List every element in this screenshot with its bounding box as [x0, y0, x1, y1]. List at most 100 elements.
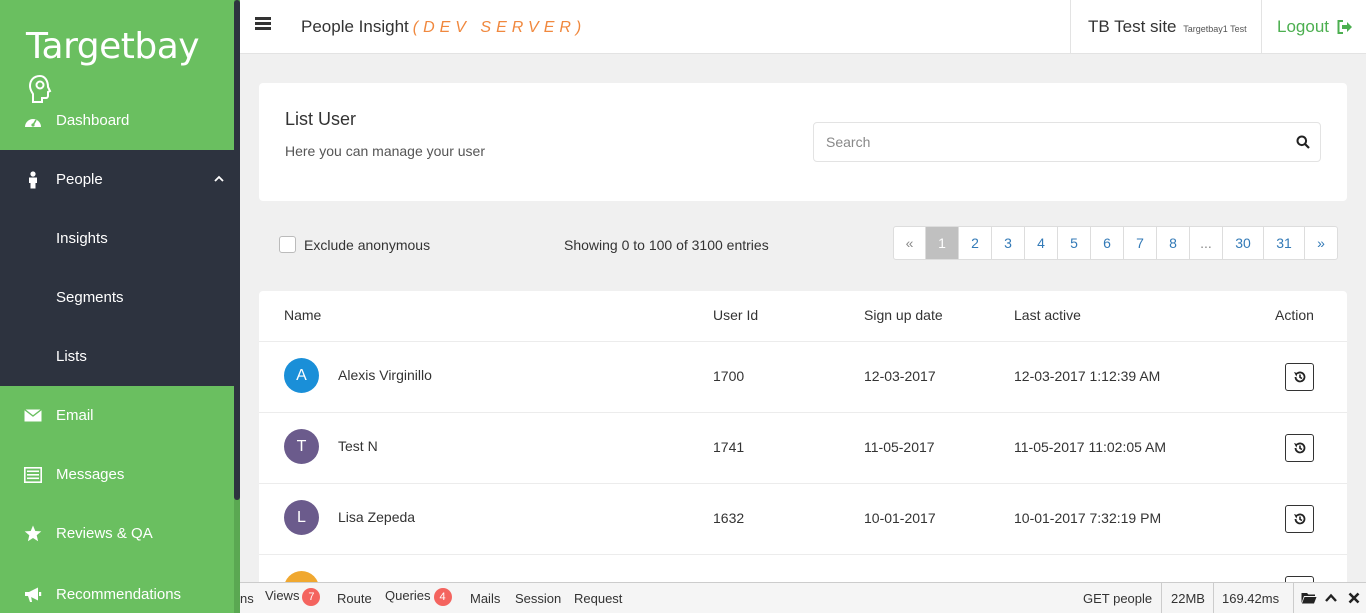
debug-route-info: GET people: [1083, 591, 1153, 606]
site-selector[interactable]: TB Test site Targetbay1 Test: [1070, 0, 1262, 54]
page-link[interactable]: 5: [1058, 227, 1091, 259]
debug-tab-queries[interactable]: Queries 4: [385, 588, 452, 606]
signup-date: 10-01-2017: [864, 510, 936, 526]
user-id: 1632: [713, 510, 745, 526]
site-sub-text: Targetbay1 Test: [1183, 24, 1247, 34]
page-next[interactable]: »: [1305, 227, 1337, 259]
user-name[interactable]: Alexis Virginillo: [338, 367, 432, 383]
page-link[interactable]: 6: [1091, 227, 1124, 259]
table-row[interactable]: L Lisa Zepeda 1632 10-01-2017 10-01-2017…: [259, 483, 1347, 554]
sidebar-scrollbar-thumb[interactable]: [234, 0, 240, 500]
debug-tab-route[interactable]: Route: [337, 591, 372, 606]
site-name: TB Test site Targetbay1 Test: [1088, 17, 1247, 37]
search-input[interactable]: [826, 123, 1276, 161]
page-link[interactable]: 4: [1025, 227, 1058, 259]
table-row[interactable]: A Alexis Virginillo 1700 12-03-2017 12-0…: [259, 341, 1347, 412]
user-id: 1741: [713, 439, 745, 455]
section-title: List User: [285, 109, 357, 129]
sidebar-item-email[interactable]: Email: [0, 386, 234, 445]
sidebar-item-people[interactable]: People: [0, 150, 234, 209]
last-active: 10-01-2017 7:32:19 PM: [1014, 510, 1162, 526]
folder-open-icon[interactable]: [1301, 591, 1317, 605]
last-active: 11-05-2017 11:02:05 AM: [1014, 439, 1167, 455]
page-title-text: People Insight: [301, 17, 409, 36]
signup-date: 11-05-2017: [864, 439, 935, 455]
messages-icon: [23, 465, 43, 485]
logout-button[interactable]: Logout: [1277, 17, 1353, 37]
sidebar-item-label: Email: [56, 407, 94, 424]
sidebar-item-label: Recommendations: [56, 586, 182, 603]
history-button[interactable]: [1285, 434, 1314, 462]
divider: [1213, 583, 1214, 613]
sidebar-item-label: Messages: [56, 466, 125, 483]
logout-label: Logout: [1277, 17, 1329, 36]
sidebar-item-dashboard[interactable]: Dashboard: [0, 91, 234, 150]
sidebar-subitem-segments[interactable]: Segments: [56, 289, 124, 306]
chevron-up-icon: [214, 175, 224, 182]
hamburger-menu-icon[interactable]: [255, 17, 271, 31]
history-icon: [1293, 371, 1305, 383]
debug-tab-views[interactable]: Views 7: [265, 588, 321, 606]
column-header-name: Name: [284, 307, 322, 323]
debug-bar: ns Views 7 Route Queries 4 Mails Session R…: [240, 582, 1366, 613]
debug-tab-session[interactable]: Session: [515, 591, 561, 606]
debug-tab-mails[interactable]: Mails: [470, 591, 500, 606]
env-label: (DEV SERVER): [412, 19, 587, 36]
entries-info: Showing 0 to 100 of 3100 entries: [564, 237, 769, 253]
page-link[interactable]: 1: [926, 227, 959, 259]
exclude-anonymous-label[interactable]: Exclude anonymous: [304, 237, 430, 253]
page-prev[interactable]: «: [894, 227, 926, 259]
avatar: T: [284, 429, 319, 464]
history-button[interactable]: [1285, 363, 1314, 391]
page-link[interactable]: 31: [1264, 227, 1305, 259]
divider: [1293, 583, 1294, 613]
sidebar-item-reviews[interactable]: Reviews & QA: [0, 504, 234, 563]
history-button[interactable]: [1285, 505, 1314, 533]
sidebar-item-messages[interactable]: Messages: [0, 445, 234, 504]
section-subtitle: Here you can manage your user: [285, 143, 485, 159]
column-header-signup-date: Sign up date: [864, 307, 943, 323]
page-link[interactable]: 7: [1124, 227, 1157, 259]
debug-tab-partial[interactable]: ns: [240, 591, 254, 606]
person-icon: [23, 170, 43, 190]
chevron-up-icon[interactable]: [1324, 591, 1338, 605]
debug-time: 169.42ms: [1222, 591, 1280, 606]
star-icon: [23, 524, 43, 544]
page-ellipsis: ...: [1190, 227, 1223, 259]
page-title: People Insight (DEV SERVER): [301, 17, 586, 37]
user-name[interactable]: Lisa Zepeda: [338, 509, 415, 525]
bullhorn-icon: [23, 585, 43, 605]
page-link[interactable]: 8: [1157, 227, 1190, 259]
avatar: A: [284, 358, 319, 393]
debug-tab-request[interactable]: Request: [574, 591, 622, 606]
top-bar: People Insight (DEV SERVER) TB Test site …: [240, 0, 1366, 54]
column-header-action: Action: [1275, 307, 1314, 323]
pagination: « 1 2 3 4 5 6 7 8 ... 30 31 »: [893, 226, 1338, 260]
sidebar-item-label: Dashboard: [56, 112, 130, 129]
page-link[interactable]: 30: [1223, 227, 1264, 259]
dashboard-icon: [23, 111, 43, 131]
history-icon: [1293, 513, 1305, 525]
users-table: Name User Id Sign up date Last active Ac…: [259, 291, 1347, 591]
exclude-anonymous-checkbox[interactable]: [279, 236, 296, 253]
search-icon[interactable]: [1296, 135, 1310, 149]
divider: [1161, 583, 1162, 613]
sidebar-item-label: Reviews & QA: [56, 525, 153, 542]
sidebar-subitem-lists[interactable]: Lists: [56, 348, 87, 365]
debug-tab-label: Views: [265, 588, 300, 603]
column-header-last-active: Last active: [1014, 307, 1081, 323]
sidebar-item-recommendations[interactable]: Recommendations: [0, 565, 234, 613]
sidebar-subitem-insights[interactable]: Insights: [56, 230, 108, 247]
column-header-user-id: User Id: [713, 307, 759, 323]
page-link[interactable]: 2: [959, 227, 992, 259]
page-link[interactable]: 3: [992, 227, 1025, 259]
table-row[interactable]: T Test N 1741 11-05-2017 11-05-2017 11:0…: [259, 412, 1347, 483]
close-icon[interactable]: [1347, 591, 1361, 605]
avatar: L: [284, 500, 319, 535]
queries-count-badge: 4: [433, 588, 452, 606]
logo-text: Targetbay: [26, 26, 200, 67]
sidebar-item-label: People: [56, 171, 103, 188]
search-box: [813, 122, 1321, 162]
user-name[interactable]: Test N: [338, 438, 378, 454]
views-count-badge: 7: [302, 588, 321, 606]
